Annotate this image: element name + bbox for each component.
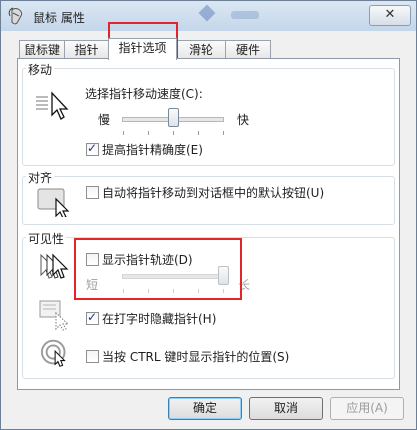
precision-checkbox[interactable] (86, 141, 99, 156)
snap-label[interactable]: 自动将指针移动到对话框中的默认按钮(U) (102, 184, 324, 201)
pointer-trails-icon (40, 253, 69, 279)
show-location-icon (40, 339, 66, 367)
precision-label[interactable]: 提高指针精确度(E) (102, 141, 203, 158)
tab-pointers[interactable]: 指针 (64, 40, 109, 59)
snap-checkbox[interactable] (86, 186, 99, 199)
speed-slider-thumb[interactable] (168, 108, 179, 127)
tab-hardware[interactable]: 硬件 (225, 40, 271, 59)
fast-label: 快 (237, 113, 250, 127)
mouse-properties-dialog: 鼠标 属性 ✕ 鼠标键 指针 指针选项 滑轮 硬件 移动 选择指针移动速度(C)… (0, 0, 417, 430)
trails-highlight-box (74, 238, 242, 300)
snap-group-label: 对齐 (26, 169, 55, 186)
show-location-checkbox[interactable] (86, 350, 99, 363)
window-title: 鼠标 属性 (33, 11, 85, 25)
ok-button[interactable]: 确定 (168, 397, 242, 420)
mouse-icon (8, 7, 23, 25)
show-location-label[interactable]: 当按 CTRL 键时显示指针的位置(S) (102, 348, 289, 365)
visibility-group-label: 可见性 (26, 230, 67, 247)
tab-buttons[interactable]: 鼠标键 (19, 40, 65, 59)
hide-pointer-icon (39, 300, 70, 331)
tab-panel: 移动 选择指针移动速度(C): 慢 快 提高指针精确度(E) 对齐 (17, 58, 400, 390)
background-blur (198, 4, 271, 23)
cancel-button[interactable]: 取消 (249, 397, 323, 420)
snap-to-button-icon (37, 188, 70, 217)
speed-label: 选择指针移动速度(C): (85, 87, 203, 101)
hide-while-typing-checkbox[interactable] (86, 310, 99, 325)
pointer-speed-icon (36, 91, 69, 120)
slow-label: 慢 (98, 113, 111, 127)
hide-while-typing-label[interactable]: 在打字时隐藏指针(H) (102, 310, 216, 327)
motion-group-label: 移动 (26, 61, 55, 78)
apply-button[interactable]: 应用(A) (330, 397, 404, 420)
tab-pointer-options[interactable]: 指针选项 (108, 38, 177, 60)
title-bar: 鼠标 属性 ✕ (1, 1, 416, 31)
close-button[interactable]: ✕ (369, 5, 411, 26)
tab-wheel[interactable]: 滑轮 (176, 40, 226, 59)
